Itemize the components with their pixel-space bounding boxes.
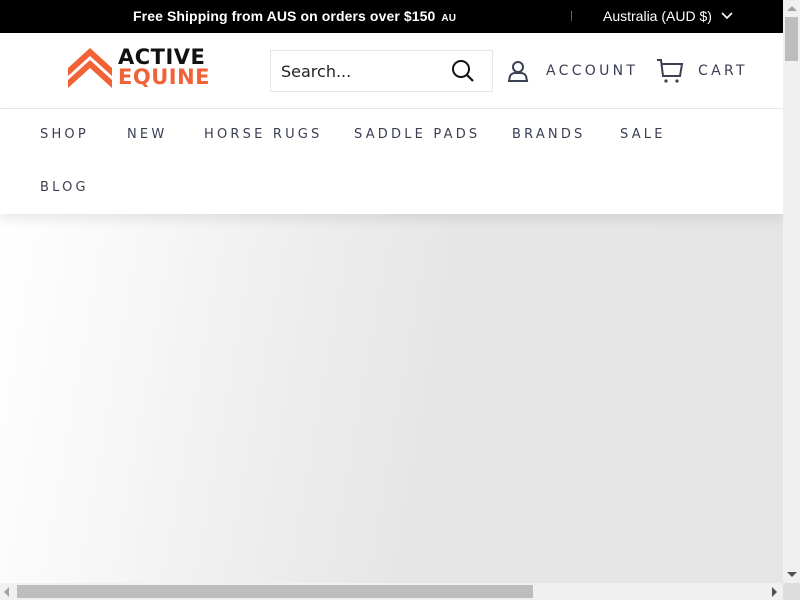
- hero-image-placeholder: [0, 214, 783, 583]
- scroll-right-arrow[interactable]: [772, 587, 777, 597]
- nav-item-brands[interactable]: BRANDS: [512, 127, 586, 142]
- logo-line1: ACTIVE: [118, 45, 206, 69]
- search-button[interactable]: [451, 59, 475, 88]
- announcement-message: Free Shipping from AUS on orders over $1…: [133, 8, 436, 24]
- cart-link[interactable]: CART: [656, 58, 748, 84]
- vertical-scrollbar[interactable]: [783, 0, 800, 583]
- currency-selected: Australia (AUD $): [603, 8, 712, 24]
- search-box: [270, 50, 493, 92]
- account-link[interactable]: ACCOUNT: [507, 60, 638, 82]
- nav-item-new[interactable]: NEW: [127, 127, 167, 142]
- logo-text: ACTIVE EQUINE: [118, 45, 210, 89]
- cart-icon: [657, 59, 684, 83]
- main-nav: SHOP NEW HORSE RUGS SADDLE PADS BRANDS S…: [0, 109, 783, 214]
- nav-item-horse-rugs[interactable]: HORSE RUGS: [204, 127, 323, 142]
- announcement-divider: [571, 11, 572, 21]
- vertical-scroll-thumb[interactable]: [785, 17, 798, 61]
- nav-item-shop[interactable]: SHOP: [40, 127, 89, 142]
- scroll-up-arrow[interactable]: [787, 6, 797, 11]
- nav-item-saddle-pads[interactable]: SADDLE PADS: [354, 127, 480, 142]
- horizontal-scrollbar[interactable]: [0, 583, 783, 600]
- logo-line2: EQUINE: [118, 65, 210, 89]
- nav-item-blog[interactable]: BLOG: [40, 180, 89, 195]
- chevron-down-icon: [721, 12, 733, 20]
- search-input[interactable]: [271, 61, 441, 81]
- horizontal-scroll-thumb[interactable]: [17, 585, 533, 598]
- currency-selector[interactable]: Australia (AUD $): [603, 8, 733, 24]
- chevron-logo-icon: [68, 48, 112, 88]
- search-icon: [452, 60, 474, 82]
- announcement-bar: Free Shipping from AUS on orders over $1…: [0, 0, 783, 33]
- scroll-left-arrow[interactable]: [4, 587, 9, 597]
- nav-item-sale[interactable]: SALE: [620, 127, 666, 142]
- currency-suffix: AU: [441, 13, 457, 24]
- account-label: ACCOUNT: [546, 63, 639, 79]
- scrollbar-corner: [783, 583, 800, 600]
- scroll-down-arrow[interactable]: [787, 572, 797, 577]
- user-icon: [507, 61, 529, 82]
- announcement-text: Free Shipping from AUS on orders over $1…: [133, 8, 456, 24]
- site-header: ACTIVE EQUINE ACCOUNT: [0, 33, 783, 109]
- logo[interactable]: ACTIVE EQUINE: [68, 46, 210, 88]
- page-viewport: Free Shipping from AUS on orders over $1…: [0, 0, 783, 583]
- cart-label: CART: [698, 63, 748, 79]
